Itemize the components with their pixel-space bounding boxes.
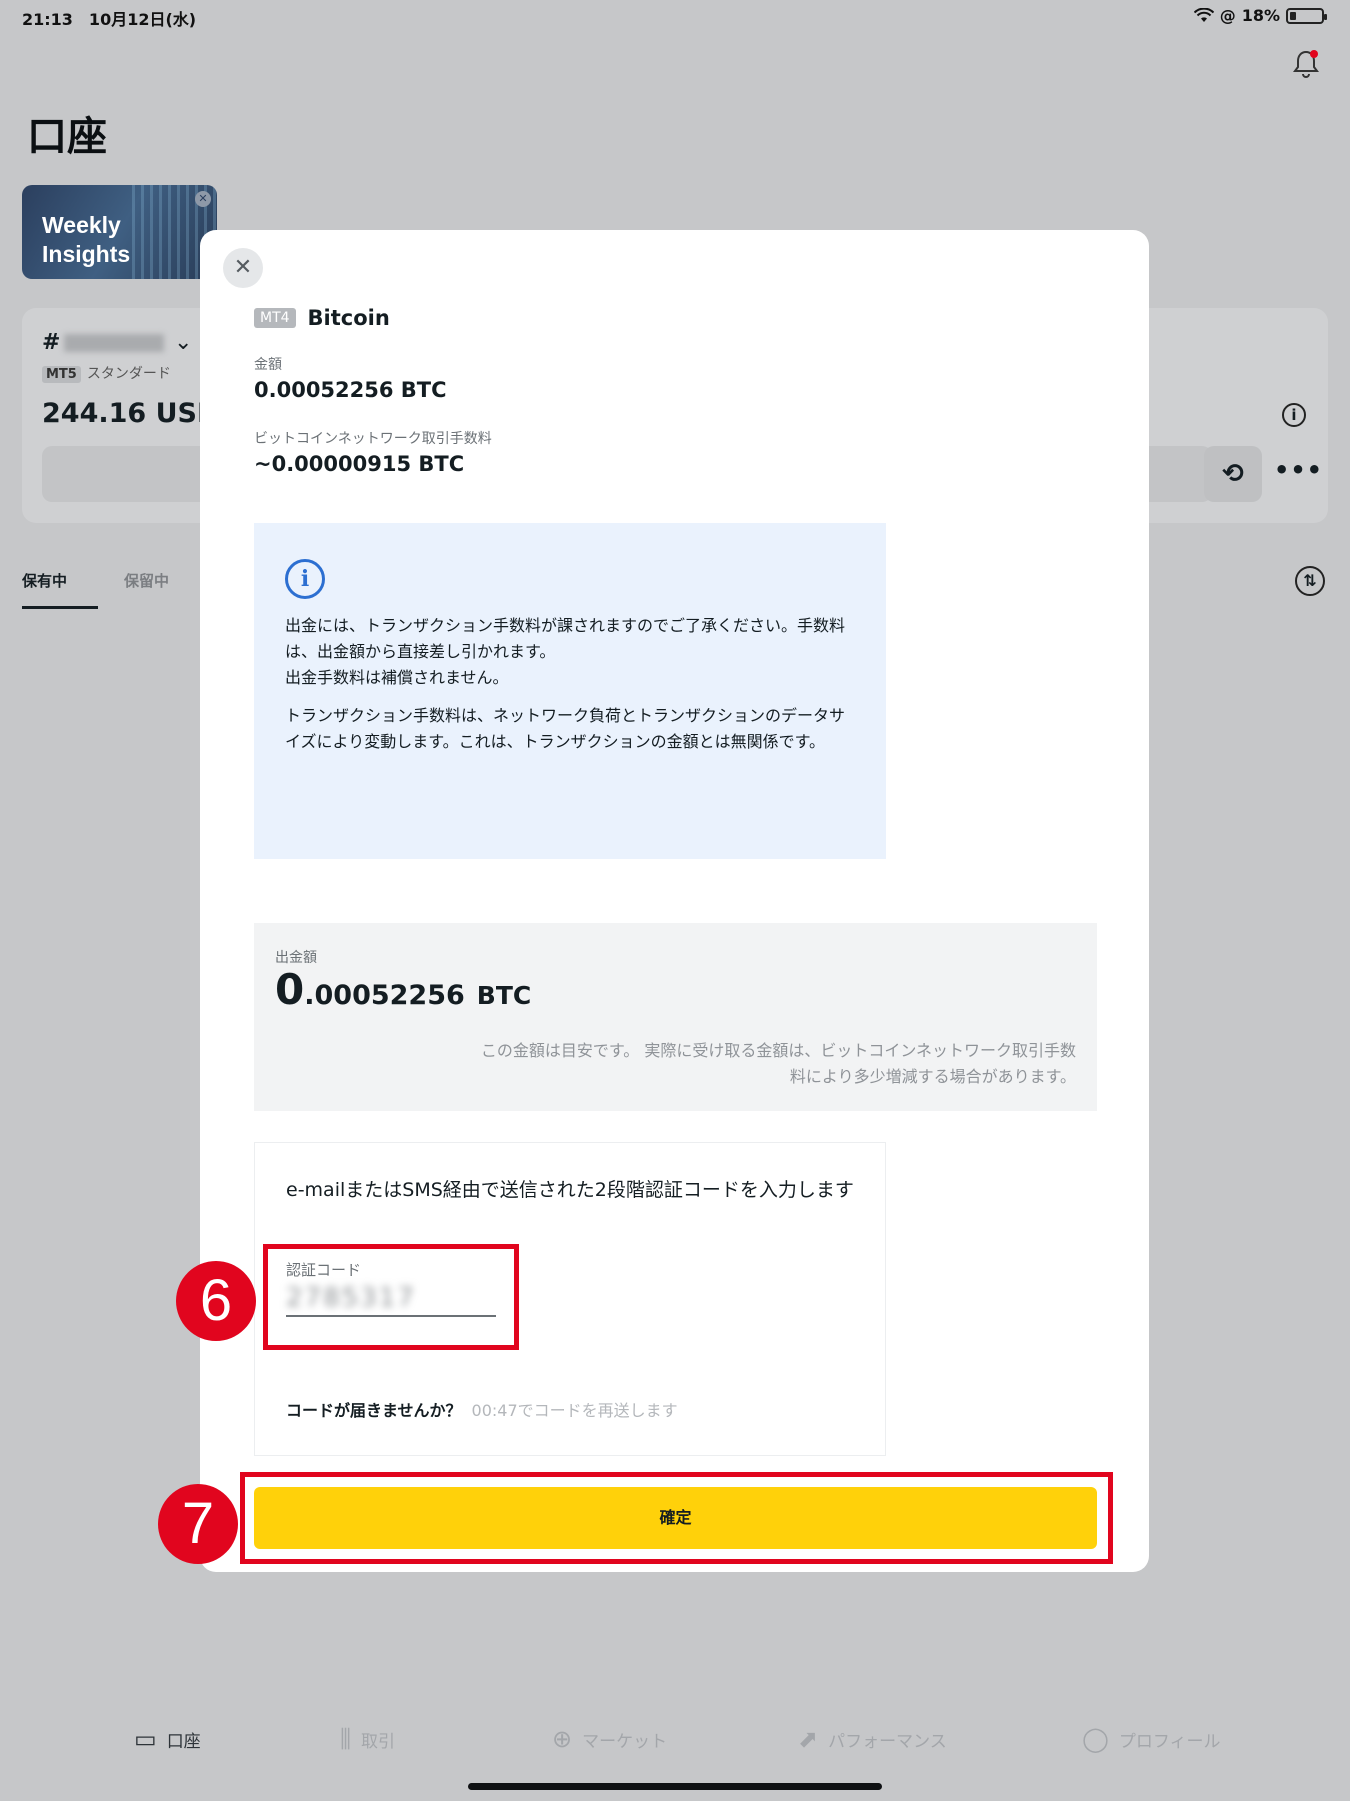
- wifi-icon: [1193, 7, 1214, 22]
- account-number[interactable]: #: [42, 330, 165, 355]
- nav-label-trade: 取引: [361, 1731, 396, 1752]
- chart-icon: ⬈: [798, 1725, 819, 1753]
- nav-item-market[interactable]: ⊕ マーケット: [552, 1725, 667, 1753]
- sort-swap-icon[interactable]: ⇅: [1295, 566, 1325, 596]
- withdraw-amount-label: 出金額: [275, 950, 317, 966]
- step-6-marker: 6: [176, 1261, 256, 1341]
- withdraw-amount-integer: 0: [275, 965, 305, 1014]
- status-bar: 21:13 10月12日(水) @ 18%: [0, 0, 1350, 34]
- withdraw-estimate-note: この金額は目安です。 実際に受け取る金額は、ビットコインネットワーク取引手数料に…: [480, 1041, 1076, 1086]
- battery-percent: 18%: [1241, 6, 1280, 25]
- bars-icon: ⫼: [340, 1725, 352, 1753]
- nav-label-account: 口座: [166, 1731, 201, 1752]
- nav-item-trade[interactable]: ⫼ 取引: [340, 1725, 395, 1753]
- nav-item-performance[interactable]: ⬈ パフォーマンス: [798, 1725, 947, 1753]
- account-number-prefix: #: [42, 330, 61, 355]
- nav-label-performance: パフォーマンス: [828, 1731, 947, 1752]
- home-indicator[interactable]: [468, 1783, 882, 1790]
- orientation-lock-icon: @: [1219, 6, 1236, 25]
- nav-label-market: マーケット: [582, 1731, 668, 1752]
- notification-bell-icon[interactable]: [1288, 46, 1324, 82]
- status-time-date: 21:13 10月12日(水): [22, 10, 197, 29]
- resend-question: コードが届きませんか？: [286, 1401, 462, 1420]
- banner-text: Weekly Insights: [42, 212, 131, 267]
- active-tab-indicator: [22, 606, 98, 609]
- fee-info-box: i 出金には、トランザクション手数料が課されますのでご了承ください。手数料は、出…: [254, 523, 886, 859]
- resend-row: コードが届きませんか？ 00:47でコードを再送します: [286, 1397, 678, 1421]
- highlight-confirm-button: [240, 1472, 1113, 1564]
- withdraw-amount-decimal: .00052256: [304, 980, 465, 1011]
- modal-header: MT4 Bitcoin: [254, 306, 390, 330]
- account-balance: 244.16 USD: [42, 398, 220, 429]
- page-title: 口座: [27, 114, 107, 160]
- withdrawal-confirm-modal: ✕ MT4 Bitcoin 金額 0.00052256 BTC ビットコインネッ…: [200, 230, 1149, 1572]
- nav-item-profile[interactable]: ◯ プロフィール: [1082, 1725, 1221, 1753]
- bottom-nav: ▭ 口座 ⫼ 取引 ⊕ マーケット ⬈ パフォーマンス ◯ プロフィール: [0, 1725, 1350, 1775]
- status-indicators: @ 18%: [1193, 6, 1327, 25]
- account-type: MT5 スタンダード: [42, 363, 171, 383]
- info-icon: i: [285, 559, 325, 599]
- info-paragraph-2: 出金手数料は補償されません。: [285, 668, 509, 687]
- resend-timer: 00:47でコードを再送します: [471, 1401, 678, 1420]
- step-7-marker: 7: [158, 1484, 238, 1564]
- account-type-label: スタンダード: [86, 366, 171, 382]
- fee-label: ビットコインネットワーク取引手数料: [254, 431, 492, 447]
- account-number-redacted: [64, 334, 165, 352]
- tab-open[interactable]: 保有中: [22, 570, 67, 591]
- withdraw-amount-box: 出金額 0.00052256 BTC この金額は目安です。 実際に受け取る金額は、…: [254, 923, 1097, 1111]
- tab-pending[interactable]: 保留中: [124, 570, 169, 591]
- fee-value: ~0.00000915 BTC: [254, 452, 465, 476]
- card-icon: ▭: [134, 1725, 157, 1753]
- info-paragraph-3: トランザクション手数料は、ネットワーク負荷とトランザクションのデータサイズにより…: [285, 706, 846, 751]
- history-icon[interactable]: ⟲: [1204, 446, 1262, 502]
- info-icon[interactable]: i: [1282, 403, 1306, 427]
- platform-badge: MT5: [42, 366, 81, 383]
- person-icon: ◯: [1082, 1725, 1109, 1753]
- weekly-insights-banner[interactable]: Weekly Insights ✕: [22, 185, 217, 279]
- nav-item-account[interactable]: ▭ 口座: [134, 1725, 201, 1753]
- banner-close-icon[interactable]: ✕: [195, 191, 211, 207]
- amount-value: 0.00052256 BTC: [254, 378, 447, 402]
- globe-icon: ⊕: [552, 1725, 573, 1753]
- info-paragraph-1: 出金には、トランザクション手数料が課されますのでご了承ください。手数料は、出金額…: [285, 616, 846, 661]
- amount-label: 金額: [254, 357, 282, 373]
- withdraw-currency: BTC: [476, 981, 532, 1010]
- nav-label-profile: プロフィール: [1118, 1731, 1221, 1752]
- close-icon[interactable]: ✕: [223, 248, 263, 288]
- withdraw-amount-value: 0.00052256 BTC: [275, 965, 531, 1014]
- code-instruction: e-mailまたはSMS経由で送信された2段階認証コードを入力します: [286, 1179, 854, 1201]
- battery-icon: [1286, 7, 1327, 24]
- chevron-down-icon[interactable]: ⌄: [174, 330, 192, 355]
- highlight-code-input: [263, 1244, 519, 1350]
- more-options-icon[interactable]: •••: [1274, 456, 1323, 484]
- modal-title: Bitcoin: [307, 306, 390, 330]
- platform-badge: MT4: [254, 308, 296, 328]
